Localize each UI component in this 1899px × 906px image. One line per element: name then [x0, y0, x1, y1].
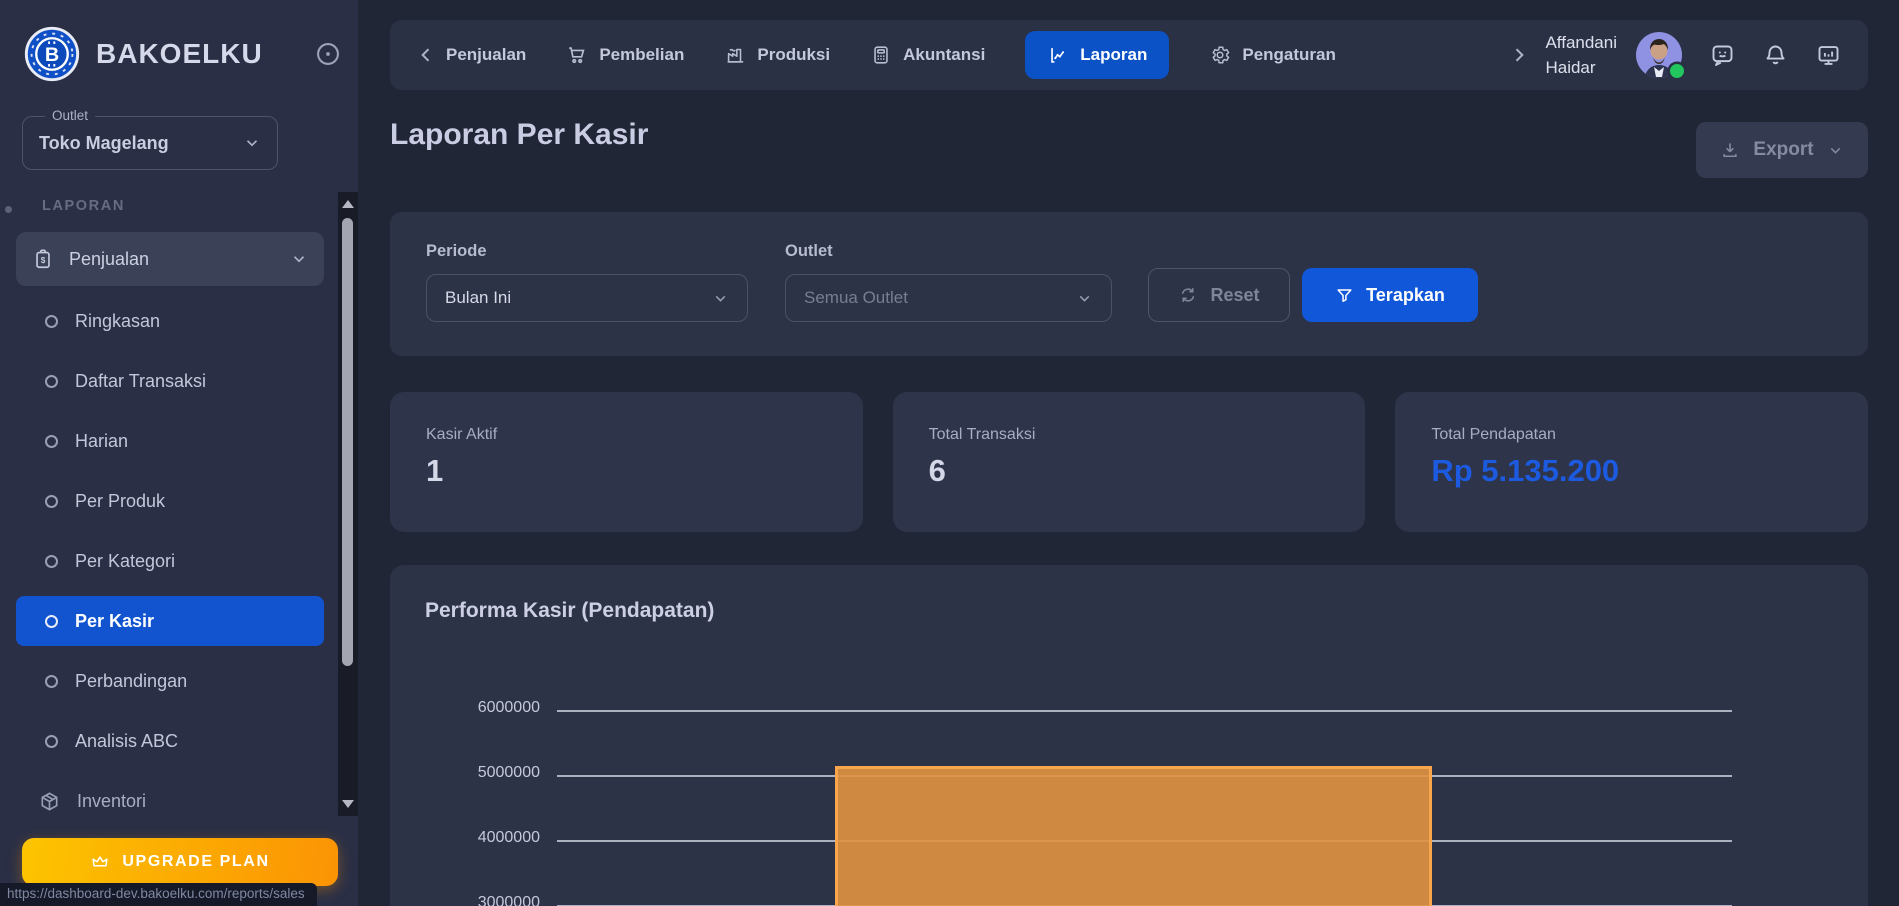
circle-icon [45, 495, 58, 508]
sidebar-item-harian[interactable]: Harian [16, 416, 324, 466]
nav-item-laporan[interactable]: Laporan [1025, 31, 1169, 79]
browser-status-url: https://dashboard-dev.bakoelku.com/repor… [0, 883, 317, 906]
terapkan-apply-button[interactable]: Terapkan [1302, 268, 1478, 322]
circle-icon [45, 675, 58, 688]
chevron-down-icon [290, 250, 308, 268]
reset-button[interactable]: Reset [1148, 268, 1290, 322]
sidebar-item-daftar-transaksi[interactable]: Daftar Transaksi [16, 356, 324, 406]
stat-card-kasir-aktif: Kasir Aktif 1 [390, 392, 863, 532]
sidebar-item-inventori[interactable]: Inventori [16, 776, 324, 826]
kasir-aktif-value: 1 [426, 453, 827, 489]
gridline [557, 710, 1732, 712]
chat-feedback-icon[interactable] [1709, 42, 1736, 69]
line-chart-icon [1047, 44, 1069, 66]
sidebar-item-analisis-abc[interactable]: Analisis ABC [16, 716, 324, 766]
brand-name: BAKOELKU [96, 38, 314, 70]
bar-chart: 6000000 5000000 4000000 3000000 [390, 565, 1868, 906]
sidebar-item-per-produk[interactable]: Per Produk [16, 476, 324, 526]
total-transaksi-value: 6 [929, 453, 1330, 489]
svg-text:$: $ [41, 256, 46, 265]
nav-item-pembelian[interactable]: Pembelian [566, 44, 684, 66]
shopping-cart-icon [566, 44, 588, 66]
chart-card: Performa Kasir (Pendapatan) 600000050000… [390, 565, 1868, 906]
filter-panel: Periode Bulan Ini Outlet Semua Outlet Re… [390, 212, 1868, 356]
brand-header: B BAKOELKU [24, 22, 342, 86]
sidebar-scrollbar[interactable] [338, 192, 358, 816]
bell-notifications-icon[interactable] [1762, 42, 1789, 69]
nav-scroll-right-icon[interactable] [1509, 45, 1529, 65]
stat-card-total-transaksi: Total Transaksi 6 [893, 392, 1366, 532]
circle-icon [45, 615, 58, 628]
page-title: Laporan Per Kasir [390, 118, 648, 152]
stat-card-total-pendapatan: Total Pendapatan Rp 5.135.200 [1395, 392, 1868, 532]
chevron-down-icon [1076, 290, 1093, 307]
outlet-label: Outlet [785, 242, 833, 261]
circle-icon [45, 555, 58, 568]
online-status-dot [1670, 64, 1684, 78]
periode-select[interactable]: Bulan Ini [426, 274, 748, 322]
nav-item-akuntansi[interactable]: Akuntansi [870, 44, 985, 66]
chevron-down-icon [243, 134, 261, 152]
factory-icon [724, 44, 746, 66]
sales-clipboard-icon: $ [32, 248, 54, 270]
export-button[interactable]: Export [1696, 122, 1868, 178]
cashier-revenue-bar[interactable] [835, 766, 1432, 906]
y-axis-tick-label: 6000000 [390, 699, 540, 717]
sidebar-section-laporan: LAPORAN [42, 198, 125, 214]
main-content: Penjualan Pembelian Produksi [358, 0, 1899, 906]
y-axis-tick-label: 3000000 [390, 894, 540, 906]
y-axis-tick-label: 5000000 [390, 764, 540, 782]
scrollbar-down-arrow[interactable] [338, 794, 358, 814]
circle-icon [45, 375, 58, 388]
upgrade-plan-button[interactable]: UPGRADE PLAN [22, 838, 338, 886]
package-box-icon [38, 790, 61, 813]
sidebar: B BAKOELKU Outlet Toko Magelang LAPORAN … [0, 0, 358, 906]
sidebar-item-label: Penjualan [69, 249, 290, 270]
stats-row: Kasir Aktif 1 Total Transaksi 6 Total Pe… [390, 392, 1868, 532]
outlet-selector-value: Toko Magelang [39, 133, 243, 154]
section-bullet-dot [5, 206, 12, 213]
user-name[interactable]: Affandani Haidar [1545, 30, 1617, 81]
outlet-selector[interactable]: Outlet Toko Magelang [22, 116, 278, 170]
circle-icon [45, 735, 58, 748]
sidebar-item-per-kasir[interactable]: Per Kasir [16, 596, 324, 646]
chevron-down-icon [712, 290, 729, 307]
outlet-select[interactable]: Semua Outlet [785, 274, 1112, 322]
display-dashboard-icon[interactable] [1815, 42, 1842, 69]
sidebar-item-ringkasan[interactable]: Ringkasan [16, 296, 324, 346]
nav-item-penjualan[interactable]: Penjualan [446, 45, 526, 65]
sidebar-item-perbandingan[interactable]: Perbandingan [16, 656, 324, 706]
nav-scroll-left-icon[interactable] [416, 45, 436, 65]
sidebar-item-per-kategori[interactable]: Per Kategori [16, 536, 324, 586]
upgrade-plan-label: UPGRADE PLAN [122, 853, 269, 871]
circle-icon [45, 315, 58, 328]
svg-text:B: B [45, 44, 59, 66]
calculator-icon [870, 44, 892, 66]
circle-icon [45, 435, 58, 448]
total-pendapatan-value: Rp 5.135.200 [1431, 453, 1832, 489]
refresh-icon [1178, 285, 1198, 305]
scrollbar-up-arrow[interactable] [338, 194, 358, 214]
y-axis-tick-label: 4000000 [390, 829, 540, 847]
sidebar-collapse-icon[interactable] [314, 40, 342, 68]
top-navigation-bar: Penjualan Pembelian Produksi [390, 20, 1868, 90]
sidebar-menu: $ Penjualan Ringkasan Daftar Transaksi H… [16, 232, 324, 826]
bakoelku-coin-logo-icon: B [24, 26, 80, 82]
download-icon [1720, 140, 1740, 160]
nav-item-produksi[interactable]: Produksi [724, 44, 830, 66]
sidebar-item-penjualan[interactable]: $ Penjualan [16, 232, 324, 286]
crown-icon [90, 852, 110, 872]
filter-funnel-icon [1335, 286, 1354, 305]
chevron-down-icon [1827, 142, 1844, 159]
gear-icon [1209, 44, 1231, 66]
avatar[interactable] [1635, 31, 1683, 79]
nav-item-pengaturan[interactable]: Pengaturan [1209, 44, 1336, 66]
app-screen: B BAKOELKU Outlet Toko Magelang LAPORAN … [0, 0, 1899, 906]
scrollbar-thumb[interactable] [342, 218, 353, 666]
periode-label: Periode [426, 242, 487, 261]
outlet-selector-label: Outlet [45, 108, 95, 123]
